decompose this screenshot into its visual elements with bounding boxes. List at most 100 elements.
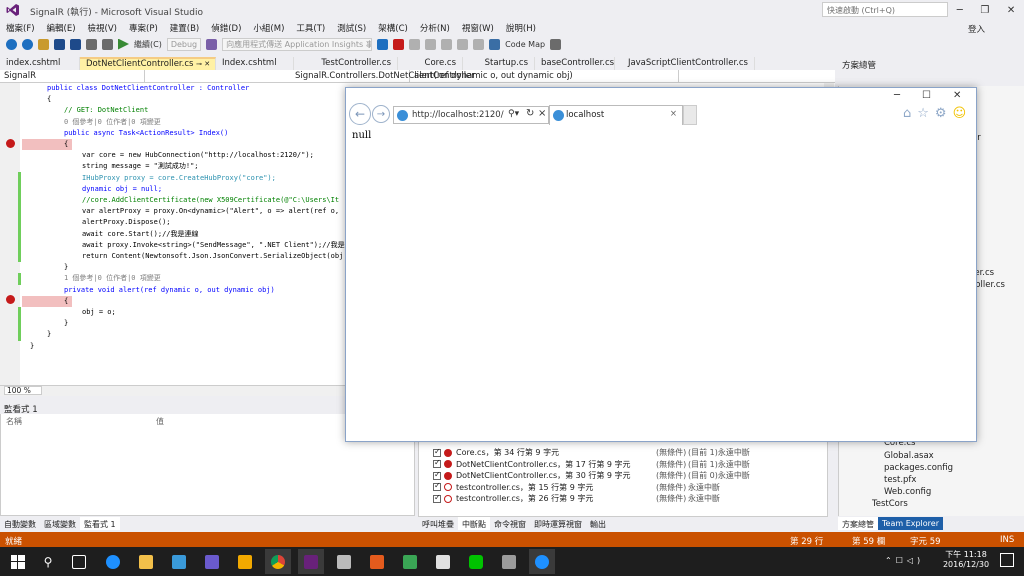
browser-minimize-button[interactable]: ─ (894, 90, 900, 101)
code-lens[interactable]: 1 個參考|0 位作者|0 項變更 (22, 273, 342, 284)
smiley-icon[interactable]: ☺ (953, 106, 967, 121)
menu-team[interactable]: 小組(M) (253, 22, 284, 34)
visual-studio-taskbar-icon[interactable] (298, 549, 324, 574)
tab-locals[interactable]: 區域變數 (40, 517, 80, 530)
tab-output[interactable]: 輸出 (586, 517, 610, 530)
save-icon[interactable] (54, 38, 65, 50)
app-icon[interactable] (397, 549, 423, 574)
minimize-button[interactable]: ─ (957, 5, 963, 16)
store-icon[interactable] (166, 549, 192, 574)
zoom-select[interactable]: 100 % (4, 386, 42, 395)
checkbox-icon[interactable] (433, 447, 441, 457)
app-icon[interactable] (199, 549, 225, 574)
tab-close-icon[interactable]: × (670, 109, 677, 119)
tab-index-cshtml[interactable]: index.cshtml (0, 57, 80, 70)
watch-col-name[interactable]: 名稱 (6, 416, 156, 427)
solution-item[interactable]: Web.config (884, 487, 931, 499)
tab-javascriptclientcontroller[interactable]: JavaScriptClientController.cs (615, 57, 755, 70)
line-icon[interactable] (463, 549, 489, 574)
open-icon[interactable] (38, 38, 49, 50)
app-icon[interactable] (430, 549, 456, 574)
checkbox-icon[interactable] (433, 458, 441, 469)
menu-project[interactable]: 專案(P) (129, 22, 158, 34)
settings-icon[interactable]: ⚙ (935, 106, 947, 121)
browser-tab[interactable]: localhost × (549, 105, 683, 125)
tab-dotnetclientcontroller[interactable]: DotNetClientController.cs ⊸ ✕ (80, 57, 216, 70)
tab-core[interactable]: Core.cs (398, 57, 463, 70)
solution-item[interactable]: packages.config (884, 463, 953, 475)
tab-watch1[interactable]: 監看式 1 (80, 517, 120, 530)
breakpoint-icon[interactable] (6, 295, 15, 304)
forward-icon[interactable] (22, 38, 33, 50)
tab-command[interactable]: 命令視窗 (490, 517, 530, 530)
continue-icon[interactable] (118, 38, 129, 50)
home-icon[interactable]: ⌂ (903, 106, 911, 121)
task-view-icon[interactable] (66, 549, 92, 574)
tray-icons[interactable]: ⌃☐◁) (885, 556, 924, 565)
quick-launch-input[interactable]: 快速啟動 (Ctrl+Q) (822, 2, 948, 17)
insights-dropdown[interactable]: 向應用程式傳送 Application Insights 事件 (222, 37, 373, 51)
close-icon[interactable]: × (538, 108, 546, 119)
editor-margin[interactable] (0, 83, 20, 385)
breakpoint-row[interactable]: testcontroller.cs，第 15 行第 9 字元 (無條件)永遠中斷 (419, 481, 827, 494)
member-dropdown[interactable]: alert(ref dynamic o, out dynamic obj) (410, 70, 679, 83)
menu-file[interactable]: 檔案(F) (6, 22, 35, 34)
tab-autos[interactable]: 自動變數 (0, 517, 40, 530)
pin-icon[interactable]: ⊸ ✕ (196, 60, 210, 68)
new-tab-button[interactable] (683, 105, 697, 125)
type-dropdown[interactable]: SignalR.Controllers.DotNetClientControll… (145, 70, 475, 83)
refresh-icon[interactable]: ↻ (526, 108, 534, 119)
app-icon[interactable] (232, 549, 258, 574)
browser-maximize-button[interactable]: ☐ (922, 90, 931, 101)
menu-build[interactable]: 建置(B) (170, 22, 199, 34)
menu-debug[interactable]: 偵錯(D) (211, 22, 241, 34)
menu-analyze[interactable]: 分析(N) (420, 22, 450, 34)
browser-forward-button[interactable]: → (372, 105, 390, 123)
tab-index-cshtml-2[interactable]: Index.cshtml (216, 57, 294, 70)
menu-tools[interactable]: 工具(T) (296, 22, 325, 34)
search-icon[interactable]: ⚲▾ (508, 109, 519, 119)
undo-icon[interactable] (86, 38, 97, 50)
redo-icon[interactable] (102, 38, 113, 50)
menu-help[interactable]: 說明(H) (506, 22, 536, 34)
code-map-icon[interactable] (489, 38, 501, 50)
tab-testcontroller[interactable]: TestController.cs (294, 57, 398, 70)
file-explorer-icon[interactable] (133, 549, 159, 574)
menu-architecture[interactable]: 架構(C) (378, 22, 408, 34)
app-icon[interactable] (496, 549, 522, 574)
sign-in-link[interactable]: 登入 (968, 23, 985, 35)
browser-close-button[interactable]: ✕ (953, 90, 961, 101)
continue-button[interactable]: 繼續(C) (134, 39, 162, 50)
restart-icon[interactable] (409, 38, 421, 50)
clock[interactable]: 下午 11:18 2016/12/30 (938, 550, 994, 570)
step-out-icon[interactable] (473, 38, 485, 50)
breakpoint-row[interactable]: Core.cs，第 34 行第 9 字元 (無條件)(目前 1)永遠中斷 (419, 447, 827, 459)
toolbar-misc-icon[interactable] (550, 38, 562, 50)
pause-icon[interactable] (377, 38, 389, 50)
solution-item[interactable]: Global.asax (884, 451, 934, 463)
tab-team-explorer[interactable]: Team Explorer (878, 517, 943, 530)
watch-col-value[interactable]: 值 (156, 416, 164, 427)
checkbox-icon[interactable] (433, 470, 441, 480)
ie-taskbar-icon[interactable] (529, 549, 555, 574)
checkbox-icon[interactable] (433, 493, 441, 503)
code-map-button[interactable]: Code Map (505, 40, 545, 49)
tab-basecontroller[interactable]: baseController.cs (535, 57, 615, 70)
tab-immediate[interactable]: 即時運算視窗 (530, 517, 586, 530)
project-dropdown[interactable]: SignalR (0, 70, 145, 83)
breakpoint-row[interactable]: DotNetClientController.cs，第 17 行第 9 字元 (無… (419, 458, 827, 471)
close-button[interactable]: ✕ (1007, 5, 1015, 16)
tab-call-stack[interactable]: 呼叫堆疊 (418, 517, 458, 530)
step-icon[interactable] (425, 38, 437, 50)
app-icon[interactable] (364, 549, 390, 574)
menu-view[interactable]: 檢視(V) (88, 22, 117, 34)
checkbox-icon[interactable] (433, 481, 441, 492)
tab-breakpoints[interactable]: 中斷點 (458, 517, 490, 530)
code-lens[interactable]: 0 個參考|0 位作者|0 項變更 (22, 117, 342, 128)
app-icon[interactable] (331, 549, 357, 574)
notification-icon[interactable] (1000, 553, 1014, 567)
browser-back-button[interactable]: ← (349, 103, 371, 125)
tab-startup[interactable]: Startup.cs (463, 57, 535, 70)
solution-item-project[interactable]: TestCors (872, 499, 908, 511)
breakpoint-icon[interactable] (6, 139, 15, 148)
